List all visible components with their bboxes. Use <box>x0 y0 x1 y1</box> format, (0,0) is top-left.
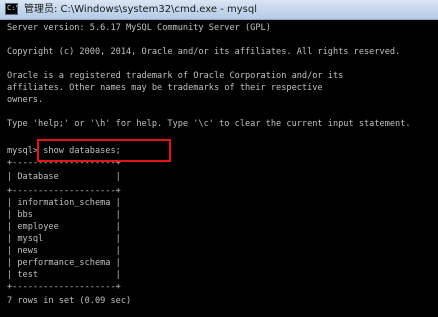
table-row: | news | <box>7 246 121 256</box>
table-row: | employee | <box>7 222 121 232</box>
title-bar[interactable]: C:\ 管理员: C:\Windows\system32\cmd.exe - m… <box>0 0 438 20</box>
result-summary-line: 7 rows in set (0.09 sec) <box>7 296 132 306</box>
table-border-line: +--------------------+ <box>7 186 121 196</box>
server-version-line: Server version: 5.6.17 MySQL Community S… <box>7 23 271 33</box>
copyright-line: Copyright (c) 2000, 2014, Oracle and/or … <box>7 47 401 57</box>
trademark-line: Oracle is a registered trademark of Orac… <box>7 71 344 81</box>
table-border-line: +--------------------+ <box>7 282 121 292</box>
table-row: | performance_schema | <box>7 258 121 268</box>
table-row: | test | <box>7 270 121 280</box>
table-header-row: | Database | <box>7 172 121 182</box>
command-prompt-icon: C:\ <box>5 3 18 15</box>
cmd-window: C:\ 管理员: C:\Windows\system32\cmd.exe - m… <box>0 0 438 317</box>
trademark-line: affiliates. Other names may be trademark… <box>7 83 323 93</box>
command-highlight-box <box>37 139 171 162</box>
table-row: | mysql | <box>7 234 121 244</box>
table-row: | bbs | <box>7 210 121 220</box>
trademark-line: owners. <box>7 95 44 105</box>
help-hint-line: Type 'help;' or '\h' for help. Type '\c'… <box>7 119 411 129</box>
table-row: | information_schema | <box>7 198 121 208</box>
console-output[interactable]: Server version: 5.6.17 MySQL Community S… <box>0 20 438 317</box>
window-title: 管理员: C:\Windows\system32\cmd.exe - mysql <box>24 4 257 15</box>
